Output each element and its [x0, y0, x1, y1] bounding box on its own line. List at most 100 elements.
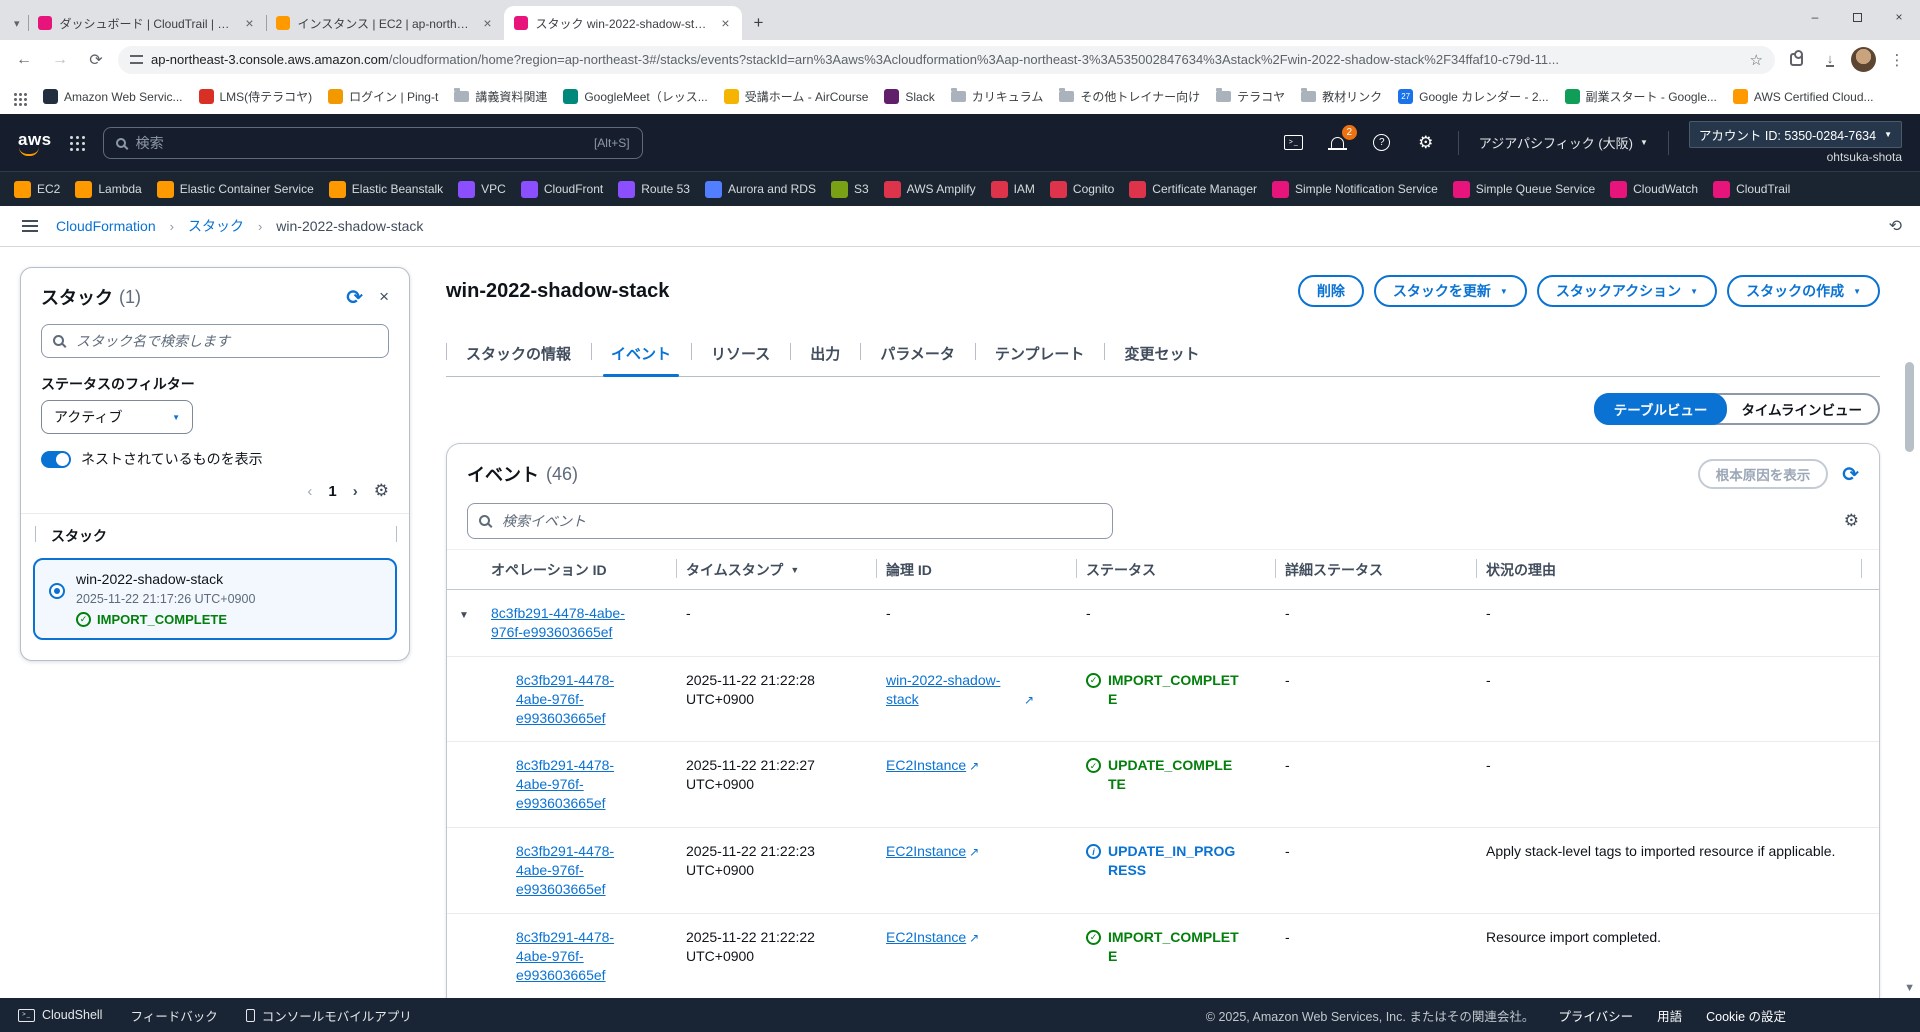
- window-minimize-icon[interactable]: –: [1794, 0, 1836, 34]
- stack-action-button[interactable]: スタックの作成 ▼: [1727, 275, 1880, 307]
- detail-tab[interactable]: 変更セット: [1104, 337, 1219, 376]
- logical-id-link[interactable]: EC2Instance: [886, 842, 966, 861]
- footer-link[interactable]: Cookie の設定: [1706, 1006, 1786, 1025]
- service-shortcut[interactable]: EC2: [14, 180, 60, 198]
- scrollbar[interactable]: [1905, 247, 1914, 998]
- bookmark-item[interactable]: GoogleMeet（レッス...: [563, 88, 708, 105]
- column-timestamp[interactable]: タイムスタンプ ▼: [686, 550, 886, 589]
- page-number[interactable]: 1: [328, 483, 336, 500]
- bookmark-item[interactable]: その他トレイナー向け: [1059, 88, 1200, 105]
- extensions-icon[interactable]: [1783, 47, 1809, 73]
- service-shortcut[interactable]: S3: [830, 180, 869, 198]
- service-shortcut[interactable]: Aurora and RDS: [704, 180, 816, 198]
- expand-cell[interactable]: ▼: [459, 657, 491, 742]
- sort-desc-ic_on[interactable]: ▼: [790, 565, 799, 575]
- next-page-icon[interactable]: ›: [353, 483, 358, 500]
- tab-close-icon[interactable]: ×: [243, 15, 255, 31]
- new-tab-button[interactable]: +: [742, 6, 776, 40]
- show-nested-toggle[interactable]: [41, 450, 71, 468]
- bookmark-item[interactable]: ログイン | Ping-t: [328, 88, 438, 105]
- bookmark-item[interactable]: Slack: [884, 89, 935, 104]
- back-icon[interactable]: ←: [10, 46, 38, 74]
- site-info-icon[interactable]: [130, 55, 143, 64]
- column-status[interactable]: ステータス: [1086, 550, 1285, 589]
- browser-menu-icon[interactable]: ⋮: [1884, 47, 1910, 73]
- view-toggle-segment[interactable]: テーブルビュー: [1593, 393, 1728, 425]
- scroll-down-icon[interactable]: ▼: [1904, 982, 1915, 994]
- breadcrumb-stacks[interactable]: スタック: [188, 216, 244, 236]
- service-shortcut[interactable]: Lambda: [75, 180, 142, 198]
- stack-action-button[interactable]: スタックアクション ▼: [1536, 275, 1718, 307]
- bookmark-star-icon[interactable]: ☆: [1750, 51, 1763, 69]
- bookmark-item[interactable]: テラコヤ: [1216, 88, 1285, 105]
- cloudshell-footer-button[interactable]: >_ CloudShell: [18, 1008, 102, 1022]
- forward-icon[interactable]: →: [46, 46, 74, 74]
- mobile-app-button[interactable]: コンソールモバイルアプリ: [245, 1006, 412, 1025]
- service-shortcut[interactable]: CloudTrail: [1713, 180, 1790, 198]
- apps-grid-icon[interactable]: [14, 92, 17, 96]
- stack-radio-selected[interactable]: [49, 583, 65, 599]
- detail-tab[interactable]: リソース: [691, 337, 790, 376]
- profile-avatar[interactable]: [1851, 47, 1876, 72]
- account-menu[interactable]: アカウント ID: 5350-0284-7634 ▼: [1688, 121, 1902, 148]
- feedback-button[interactable]: フィードバック: [130, 1006, 217, 1025]
- service-shortcut[interactable]: Certificate Manager: [1129, 180, 1257, 198]
- column-detail-status[interactable]: 詳細ステータス: [1285, 550, 1486, 589]
- bookmark-item[interactable]: 副業スタート - Google...: [1564, 88, 1717, 105]
- bookmark-item[interactable]: 教材リンク: [1301, 88, 1382, 105]
- browser-tab[interactable]: ダッシュボード | CloudTrail | ap-nor... ×: [27, 6, 266, 40]
- service-shortcut[interactable]: CloudFront: [520, 180, 603, 198]
- expand-cell[interactable]: ▼: [459, 828, 491, 913]
- detail-tab[interactable]: イベント: [591, 337, 691, 377]
- service-shortcut[interactable]: Elastic Container Service: [156, 180, 314, 198]
- service-shortcut[interactable]: AWS Amplify: [883, 180, 976, 198]
- service-shortcut[interactable]: Simple Notification Service: [1272, 180, 1438, 198]
- bookmark-item[interactable]: カリキュラム: [950, 88, 1043, 105]
- expand-cell[interactable]: ▼: [459, 590, 491, 656]
- show-root-cause-button[interactable]: 根本原因を表示: [1697, 459, 1829, 489]
- column-status-reason[interactable]: 状況の理由: [1486, 550, 1871, 589]
- browser-tab[interactable]: スタック win-2022-shadow-stack ×: [503, 6, 742, 40]
- column-logical-id[interactable]: 論理 ID: [886, 550, 1086, 589]
- expand-cell[interactable]: ▼: [459, 914, 491, 998]
- bookmark-item[interactable]: Amazon Web Servic...: [43, 89, 183, 104]
- hamburger-menu-icon[interactable]: [22, 225, 38, 227]
- view-toggle-segment[interactable]: タイムラインビュー: [1725, 395, 1878, 423]
- column-operation-id[interactable]: オペレーション ID: [491, 550, 686, 589]
- console-search-box[interactable]: 検索 [Alt+S]: [102, 126, 643, 159]
- aws-logo[interactable]: aws: [18, 130, 52, 156]
- window-close-icon[interactable]: ×: [1878, 0, 1920, 34]
- cloudshell-icon[interactable]: >_: [1282, 131, 1306, 155]
- url-omnibox[interactable]: ap-northeast-3.console.aws.amazon.com/cl…: [118, 45, 1775, 74]
- stack-action-button[interactable]: 削除 ▼: [1297, 275, 1364, 307]
- detail-tab[interactable]: 出力: [790, 337, 860, 376]
- settings-gear-icon[interactable]: ⚙: [1414, 131, 1438, 155]
- downloads-icon[interactable]: ↓: [1817, 47, 1843, 73]
- detail-tab[interactable]: テンプレート: [974, 337, 1105, 376]
- stack-action-button[interactable]: スタックを更新 ▼: [1373, 275, 1527, 307]
- stack-name[interactable]: win-2022-shadow-stack: [76, 571, 255, 587]
- help-icon[interactable]: ?: [1370, 131, 1394, 155]
- bookmark-item[interactable]: AWS Certified Cloud...: [1732, 89, 1874, 104]
- logical-id-link[interactable]: EC2Instance: [886, 756, 966, 775]
- browser-tab[interactable]: インスタンス | EC2 | ap-northeast-... ×: [265, 6, 504, 40]
- refresh-icon[interactable]: ⟳: [82, 46, 110, 74]
- window-maximize-icon[interactable]: [1836, 0, 1878, 34]
- tab-close-icon[interactable]: ×: [719, 15, 731, 31]
- stack-list-item-selected[interactable]: win-2022-shadow-stack 2025-11-22 21:17:2…: [33, 558, 397, 640]
- service-shortcut[interactable]: Simple Queue Service: [1452, 180, 1595, 198]
- history-icon[interactable]: ⟲: [1889, 216, 1902, 236]
- footer-link[interactable]: プライバシー: [1558, 1006, 1633, 1025]
- operation-id-link[interactable]: 8c3fb291-4478-4abe-976f-e993603665ef: [516, 928, 634, 985]
- service-shortcut[interactable]: IAM: [990, 180, 1035, 198]
- detail-tab[interactable]: パラメータ: [860, 337, 975, 376]
- notifications-bell-icon[interactable]: 2: [1326, 124, 1357, 155]
- bookmark-item[interactable]: 受講ホーム - AirCourse: [723, 88, 868, 105]
- service-shortcut[interactable]: Elastic Beanstalk: [328, 180, 443, 198]
- bookmark-item[interactable]: 講義資料関連: [454, 88, 547, 105]
- operation-id-link[interactable]: 8c3fb291-4478-4abe-976f-e993603665ef: [516, 756, 634, 813]
- tab-close-icon[interactable]: ×: [481, 15, 493, 31]
- status-filter-select[interactable]: アクティブ ▼: [41, 400, 193, 434]
- service-shortcut[interactable]: Route 53: [618, 180, 690, 198]
- table-settings-gear-icon[interactable]: ⚙: [1844, 511, 1859, 531]
